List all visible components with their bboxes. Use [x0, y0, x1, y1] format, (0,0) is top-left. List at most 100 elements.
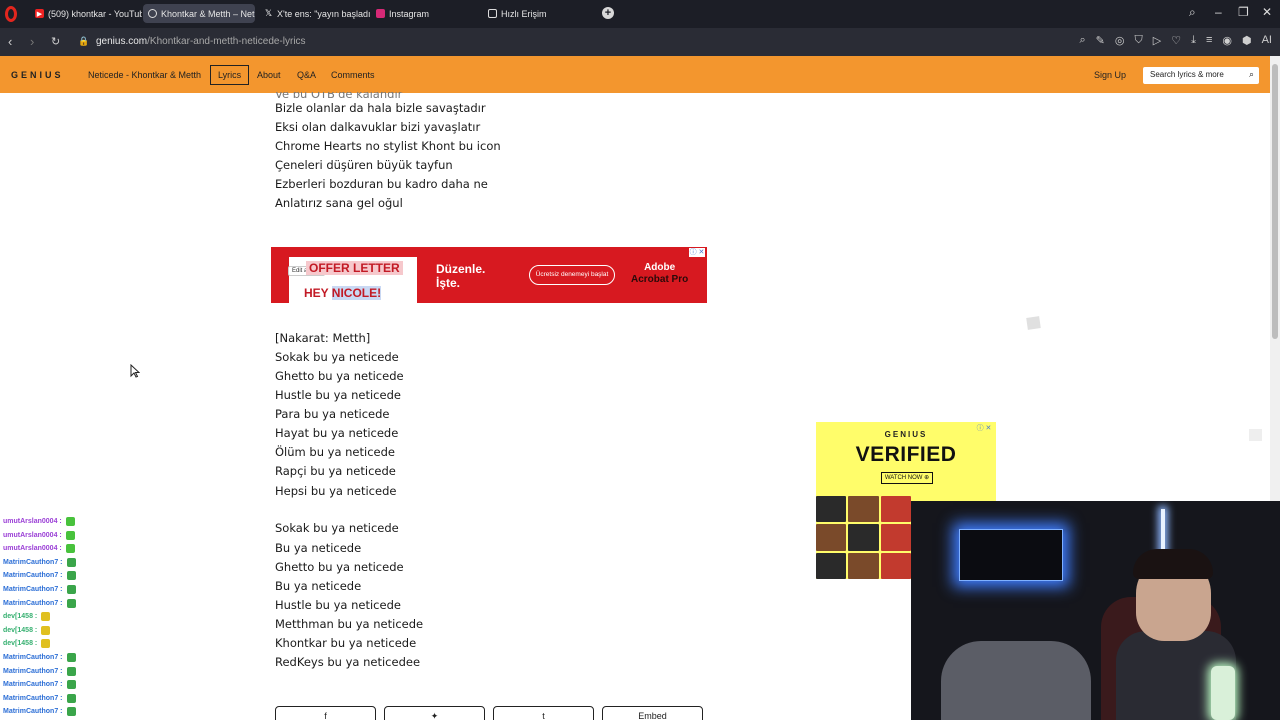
lyric-line: Metthman bu ya neticede — [275, 617, 424, 631]
youtube-icon: ▶ — [35, 9, 44, 18]
chat-emote-icon — [65, 530, 75, 540]
play-icon[interactable]: ▷ — [1153, 34, 1161, 47]
chat-emote-icon — [65, 544, 75, 554]
profile-icon[interactable]: ◉ — [1222, 34, 1232, 47]
ad-offer-text: OFFER LETTER — [306, 261, 403, 275]
tab-about[interactable]: About — [257, 70, 281, 80]
tab-genius[interactable]: Khontkar & Metth – Neti — [143, 4, 255, 23]
tab-label: X'te ens: "yayın başladı htt — [277, 8, 371, 19]
chat-username: umutArslan0004 : — [3, 545, 62, 553]
url-path: /Khontkar-and-metth-neticede-lyrics — [147, 36, 306, 47]
tab-instagram[interactable]: Instagram — [371, 4, 483, 23]
ad-headline-line: Düzenle. — [436, 262, 486, 276]
lyric-line: Hayat bu ya neticede — [275, 426, 399, 440]
edit-icon[interactable]: ✎ — [1096, 34, 1105, 47]
chat-message: MatrimCauthon7 : — [3, 557, 76, 567]
lyric-line: Bu ya neticede — [275, 579, 362, 593]
genius-icon — [148, 9, 157, 18]
chat-username: MatrimCauthon7 : — [3, 681, 63, 689]
download-icon[interactable]: ⤓ — [1191, 34, 1196, 47]
lyric-line: Sokak bu ya neticede — [275, 521, 399, 535]
ad-watch-now-button[interactable]: WATCH NOW ⊕ — [881, 472, 933, 484]
chat-emote-icon — [66, 680, 76, 690]
genius-logo[interactable]: GENIUS — [11, 70, 64, 80]
extensions-icon[interactable]: ⬢ — [1242, 34, 1252, 47]
url-field[interactable]: genius.com/Khontkar-and-metth-neticede-l… — [96, 36, 306, 47]
lyric-line: Hustle bu ya neticede — [275, 598, 401, 612]
chat-emote-icon — [41, 612, 51, 622]
chat-username: MatrimCauthon7 : — [3, 599, 63, 607]
artist-thumbnail — [848, 524, 879, 551]
ad-choices-icon[interactable]: ⓘ ✕ — [976, 424, 992, 433]
address-bar: ‹ › ↻ 🔒 genius.com/Khontkar-and-metth-ne… — [0, 28, 1280, 56]
tab-lyrics[interactable]: Lyrics — [210, 65, 250, 85]
ad-hey-text: HEY NICOLE! — [304, 286, 382, 300]
mouse-cursor-icon — [130, 364, 140, 378]
ad-brand-name: Adobe — [644, 262, 676, 273]
restore-icon[interactable]: ❐ — [1238, 5, 1249, 19]
chat-emote-icon — [66, 585, 76, 594]
ad-product-name: Acrobat Pro — [631, 274, 689, 285]
chat-username: umutArslan0004 : — [3, 531, 62, 539]
search-placeholder: Search lyrics & more — [1150, 70, 1224, 79]
streamer-arm — [941, 641, 1091, 720]
lyric-line: Khontkar bu ya neticede — [275, 636, 417, 650]
opera-logo-icon[interactable] — [5, 6, 17, 22]
back-icon[interactable]: ‹ — [8, 34, 12, 49]
chat-emote-icon — [41, 639, 51, 649]
share-twitter-button[interactable]: ✦ — [384, 706, 485, 720]
chat-message: MatrimCauthon7 : — [3, 598, 76, 608]
tab-x[interactable]: 𝕏 X'te ens: "yayın başladı htt — [259, 4, 371, 23]
minimize-icon[interactable]: – — [1215, 5, 1222, 19]
chat-message: MatrimCauthon7 : — [3, 653, 76, 662]
reload-icon[interactable]: ↻ — [51, 35, 60, 48]
menu-icon[interactable]: ≡ — [1206, 34, 1212, 47]
adobe-ad-banner[interactable]: Edit a PDF OFFER LETTER HEY NICOLE! Düze… — [271, 247, 707, 303]
chat-emote-icon — [66, 653, 76, 662]
lyric-line: Hepsi bu ya neticede — [275, 484, 397, 498]
chat-message: umutArslan0004 : — [3, 517, 75, 526]
close-icon[interactable]: ✕ — [1262, 5, 1272, 19]
chat-message: dev[1458 : — [3, 612, 51, 622]
artist-thumbnail — [880, 496, 911, 523]
tab-comments[interactable]: Comments — [331, 70, 375, 80]
ad-choices-icon[interactable]: ⓘ ✕ — [689, 248, 705, 257]
genius-header: GENIUS Neticede - Khontkar & Metth Lyric… — [0, 56, 1270, 93]
webcam-overlay — [911, 501, 1280, 720]
x-icon: 𝕏 — [264, 8, 273, 18]
artist-thumbnail — [880, 524, 911, 551]
shield-icon[interactable]: ⛉ — [1134, 34, 1142, 47]
share-tumblr-button[interactable]: t — [493, 706, 594, 720]
song-title-link[interactable]: Neticede - Khontkar & Metth — [88, 70, 201, 80]
search-icon: ⌕ — [1248, 69, 1254, 79]
chat-message: MatrimCauthon7 : — [3, 571, 76, 581]
ad-cta-button[interactable]: Ücretsiz denemeyi başlat — [529, 265, 615, 285]
chat-username: MatrimCauthon7 : — [3, 654, 63, 661]
tab-qa[interactable]: Q&A — [297, 70, 316, 80]
ad-headline-line: İşte. — [436, 276, 461, 290]
chat-username: MatrimCauthon7 : — [3, 558, 63, 566]
embed-button[interactable]: Embed — [602, 706, 703, 720]
sign-up-link[interactable]: Sign Up — [1094, 70, 1126, 80]
camera-icon[interactable]: ◎ — [1115, 34, 1125, 47]
tab-label: (509) khontkar - YouTube — [48, 8, 142, 19]
ad-name-highlight: NICOLE! — [331, 286, 382, 300]
search-input[interactable]: Search lyrics & more ⌕ — [1143, 67, 1259, 84]
artist-thumbnail — [816, 496, 847, 523]
ad-hey-label: HEY — [304, 286, 332, 300]
ai-button[interactable]: AI — [1262, 34, 1272, 47]
artist-thumbnail — [848, 496, 879, 523]
zoom-icon[interactable]: ⌕ — [1079, 34, 1085, 47]
chat-username: umutArslan0004 : — [3, 518, 62, 525]
lyric-line: Ezberleri bozduran bu kadro daha ne — [275, 177, 488, 191]
new-tab-button[interactable]: + — [602, 7, 614, 19]
lyric-line: Para bu ya neticede — [275, 407, 390, 421]
tab-speed-dial[interactable]: Hızlı Erişim — [483, 4, 595, 23]
tab-youtube[interactable]: ▶ (509) khontkar - YouTube — [30, 4, 142, 23]
share-facebook-button[interactable]: f — [275, 706, 376, 720]
forward-icon[interactable]: › — [30, 34, 34, 49]
chat-emote-icon — [66, 557, 76, 567]
scrollbar-thumb[interactable] — [1272, 64, 1278, 339]
heart-icon[interactable]: ♡ — [1171, 34, 1181, 47]
search-tabs-icon[interactable]: ⌕ — [1189, 5, 1196, 20]
